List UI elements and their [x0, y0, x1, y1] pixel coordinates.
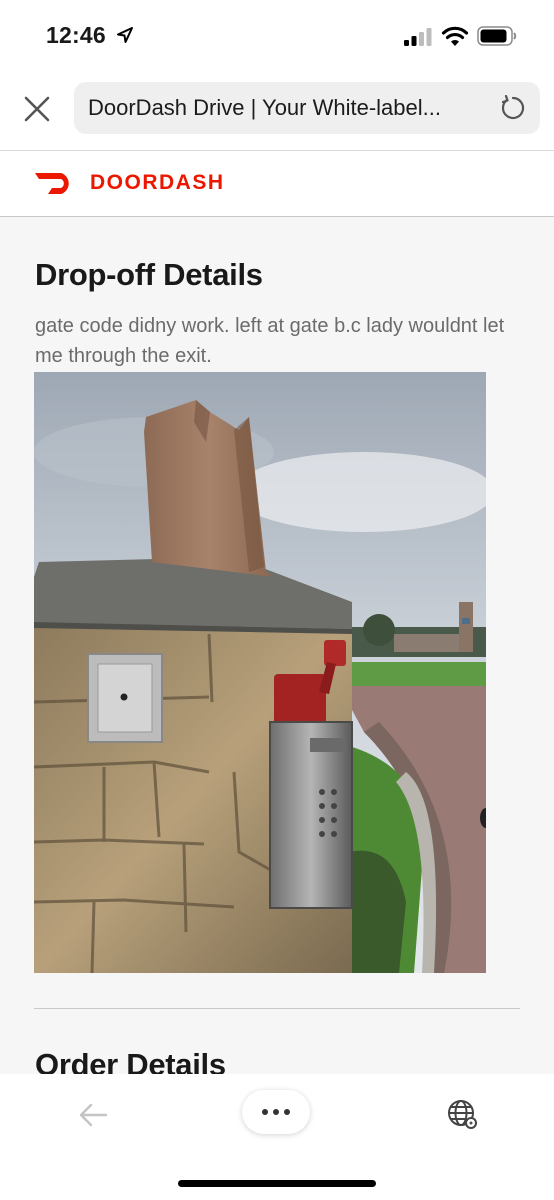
brand-wordmark[interactable]: DOORDASH	[90, 171, 225, 195]
main-content: Drop-off Details gate code didny work. l…	[0, 217, 554, 1074]
close-icon	[24, 96, 50, 122]
back-arrow-icon[interactable]	[78, 1102, 108, 1128]
url-bar[interactable]: DoorDash Drive | Your White-label...	[74, 82, 540, 134]
url-title: DoorDash Drive | Your White-label...	[88, 95, 441, 120]
drop-off-note: gate code didny work. left at gate b.c l…	[35, 315, 505, 367]
doordash-logo-icon[interactable]	[34, 171, 76, 195]
status-bar: 12:46	[0, 0, 554, 72]
location-arrow-icon	[117, 27, 133, 43]
drop-off-photo[interactable]	[34, 372, 486, 973]
section-divider	[34, 1008, 520, 1009]
battery-icon	[477, 26, 517, 46]
order-details-title: Order Details	[35, 1047, 226, 1074]
more-dots-icon	[262, 1109, 290, 1115]
close-button[interactable]	[20, 92, 54, 126]
more-menu-button[interactable]	[242, 1090, 310, 1134]
globe-icon[interactable]	[446, 1098, 478, 1130]
drop-off-details-title: Drop-off Details	[35, 257, 263, 292]
status-time: 12:46	[46, 22, 106, 48]
signal-icon	[404, 28, 432, 46]
browser-header: DoorDash Drive | Your White-label...	[0, 72, 554, 151]
home-indicator[interactable]	[178, 1180, 376, 1187]
wifi-icon	[441, 26, 469, 46]
reload-icon[interactable]	[500, 95, 526, 121]
site-header: DOORDASH	[0, 151, 554, 217]
